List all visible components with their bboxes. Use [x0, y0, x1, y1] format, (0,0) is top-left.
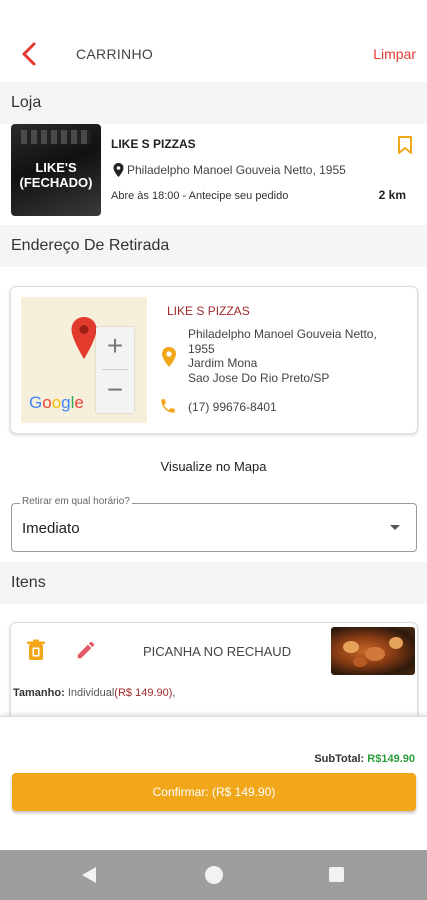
map-preview[interactable]: + − Google [21, 297, 147, 423]
section-header-pickup: Endereço De Retirada [0, 225, 427, 267]
item-name: PICANHA NO RECHAUD [143, 644, 292, 659]
food-detail [389, 637, 403, 649]
store-phone[interactable]: (17) 99676-8401 [188, 400, 277, 414]
address-line: 1955 [188, 341, 215, 356]
bookmark-icon[interactable] [396, 135, 414, 155]
pickup-time-select[interactable]: Retirar em qual horário? Imediato [11, 496, 417, 552]
store-image: LIKE'S (FECHADO) [11, 124, 101, 216]
size-price: (R$ 149.90) [114, 687, 173, 699]
app-header: CARRINHO Limpar [0, 0, 427, 82]
system-nav-bar [0, 850, 427, 900]
trash-icon[interactable] [26, 639, 46, 661]
section-title: Endereço De Retirada [11, 237, 170, 254]
pickup-time-value: Imediato [22, 520, 80, 537]
pickup-address-card: + − Google LIKE S PIZZAS Philadelpho Man… [10, 286, 418, 434]
food-detail [353, 657, 367, 667]
nav-recents-icon[interactable] [329, 867, 344, 882]
store-distance: 2 km [378, 188, 406, 202]
back-arrow-icon[interactable] [14, 38, 46, 70]
food-detail [365, 647, 385, 661]
store-address-text: Philadelpho Manoel Gouveia Netto, 1955 [127, 163, 346, 177]
size-value: Individual [67, 687, 115, 699]
dropdown-arrow-icon [390, 525, 400, 530]
address-line: Jardim Mona [188, 356, 258, 370]
clear-cart-button[interactable]: Limpar [373, 46, 416, 62]
subtotal-value: R$149.90 [367, 753, 415, 765]
pickup-store-name: LIKE S PIZZAS [167, 304, 250, 318]
section-header-store: Loja [0, 82, 427, 124]
subtotal-label: SubTotal: [314, 753, 365, 765]
address-line: Philadelpho Manoel Gouveia Netto, [188, 327, 377, 341]
item-image [331, 627, 415, 675]
store-address: Philadelpho Manoel Gouveia Netto, 1955 [113, 163, 346, 177]
store-name: LIKE S PIZZAS [111, 137, 196, 151]
store-image-label: LIKE'S (FECHADO) [19, 160, 93, 190]
location-pin-icon [162, 347, 176, 367]
food-detail [343, 641, 359, 653]
map-zoom-controls: + − [96, 327, 134, 413]
size-label: Tamanho: [13, 687, 65, 699]
map-marker-icon [71, 317, 97, 359]
zoom-in-button[interactable]: + [96, 327, 134, 365]
location-pin-icon [113, 163, 124, 177]
store-hours: Abre às 18:00 - Antecipe seu pedido [111, 190, 289, 202]
edit-pencil-icon[interactable] [75, 639, 97, 661]
size-suffix: , [172, 687, 176, 699]
zoom-out-button[interactable]: − [96, 371, 134, 409]
store-image-sign [21, 130, 91, 144]
section-title: Loja [11, 94, 42, 111]
item-size: Tamanho: Individual(R$ 149.90), [13, 687, 175, 699]
checkout-footer: SubTotal: R$149.90 Confirmar: (R$ 149.90… [0, 716, 427, 850]
google-logo: Google [29, 393, 84, 412]
section-title: Itens [11, 574, 46, 591]
nav-back-icon[interactable] [82, 867, 96, 883]
page-title: CARRINHO [76, 46, 154, 62]
pickup-address: Philadelpho Manoel Gouveia Netto, 1955 J… [188, 327, 408, 385]
cart-screen: CARRINHO Limpar Loja LIKE'S (FECHADO) LIK… [0, 0, 427, 900]
phone-icon[interactable] [159, 397, 177, 415]
subtotal: SubTotal: R$149.90 [314, 753, 415, 765]
zoom-divider [102, 369, 128, 370]
address-line: Sao Jose Do Rio Preto/SP [188, 370, 330, 385]
nav-home-icon[interactable] [205, 866, 223, 884]
view-on-map-link[interactable]: Visualize no Mapa [0, 459, 427, 474]
pickup-time-label: Retirar em qual horário? [20, 496, 132, 507]
section-header-items: Itens [0, 562, 427, 604]
confirm-button[interactable]: Confirmar: (R$ 149.90) [12, 773, 416, 811]
